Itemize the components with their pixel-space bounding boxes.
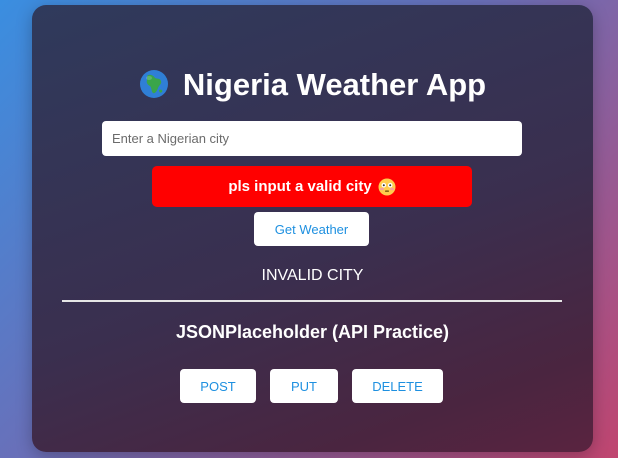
globe-africa-icon [139, 70, 168, 98]
page-title: Nigeria Weather App [32, 65, 593, 105]
city-search-input[interactable] [102, 121, 522, 156]
error-message-box: pls input a valid city [152, 166, 472, 207]
get-weather-button[interactable]: Get Weather [254, 212, 369, 246]
api-section-title: JSONPlaceholder (API Practice) [175, 322, 450, 342]
error-message-text: pls input a valid city [228, 178, 372, 195]
app-title-text: Nigeria Weather App [182, 67, 487, 102]
weather-result-text: INVALID CITY [261, 267, 364, 284]
weather-card: Nigeria Weather App pls input a valid ci… [32, 5, 593, 452]
section-divider [62, 300, 562, 302]
post-button[interactable]: POST [180, 369, 256, 403]
delete-button[interactable]: DELETE [352, 369, 443, 403]
flushed-face-icon [378, 178, 396, 195]
put-button[interactable]: PUT [270, 369, 338, 403]
